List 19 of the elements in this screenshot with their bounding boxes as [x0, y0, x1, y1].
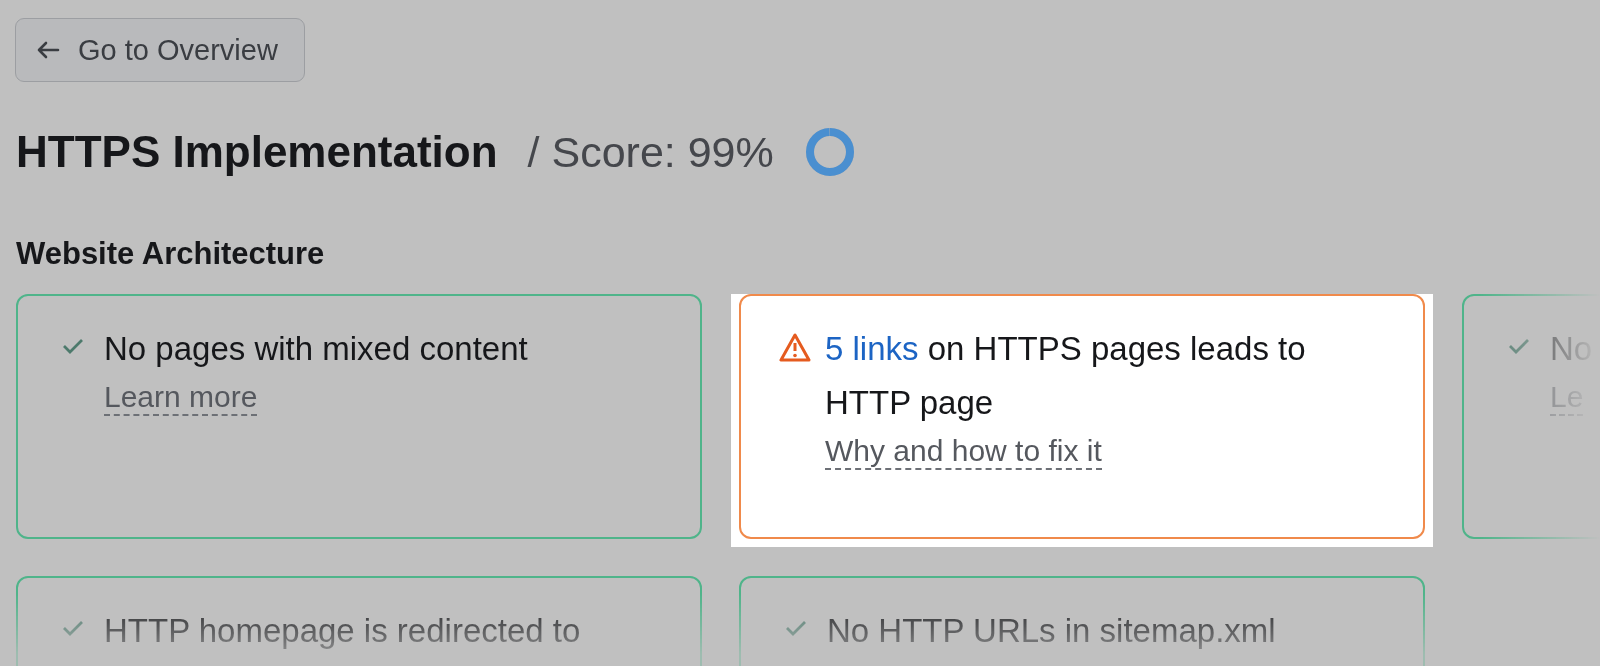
score-donut [803, 126, 856, 178]
arrow-left-icon [36, 41, 60, 59]
check-icon [62, 338, 84, 354]
issue-title: HTTP homepage is redirected to [104, 611, 582, 651]
section-title: Website Architecture [16, 236, 326, 272]
learn-link[interactable]: Learn more [104, 380, 258, 416]
check-icon [785, 620, 807, 636]
check-icon [62, 620, 84, 636]
issue-title: 5 links on HTTPS pages leads to HTTP page [825, 329, 1307, 423]
issue-title: No HTTP URLs in sitemap.xml [827, 611, 1277, 651]
learn-link[interactable]: Why and how to fix it [825, 434, 1102, 470]
page-title: HTTPS Implementation [16, 127, 498, 177]
issue-title: No [1550, 329, 1594, 369]
back-button[interactable]: Go to Overview [15, 18, 305, 82]
issue-title: No pages with mixed content [104, 329, 529, 369]
warning-icon [779, 332, 811, 362]
count-link[interactable]: 5 links [825, 330, 919, 367]
score-text: / Score: 99% [527, 127, 774, 177]
check-icon [1508, 338, 1530, 354]
